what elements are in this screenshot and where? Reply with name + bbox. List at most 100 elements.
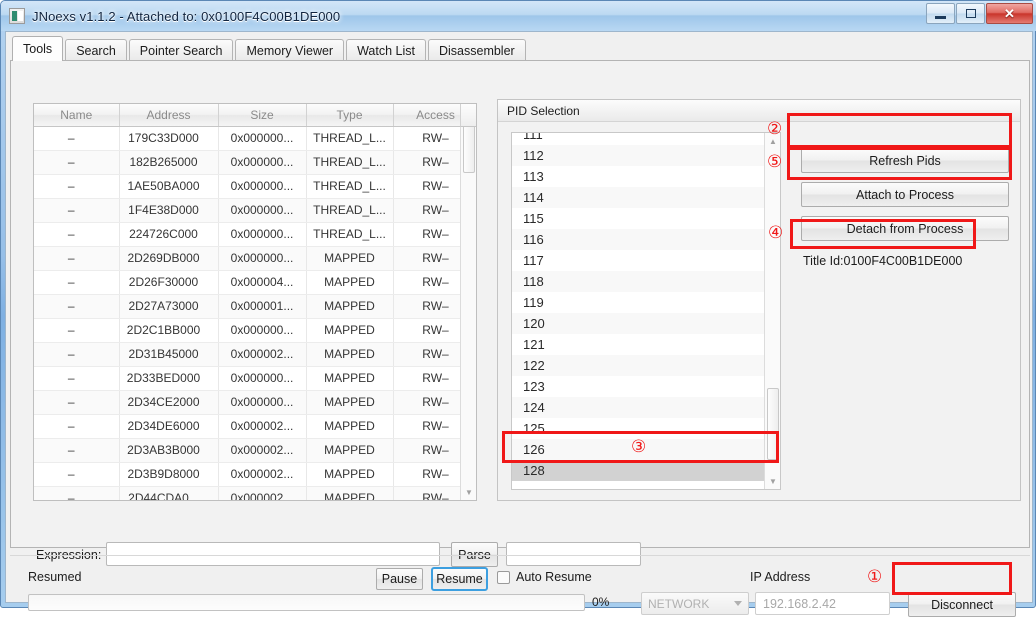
table-row[interactable]: –2D2C1BB000 0x000000... MAPPED RW–: [34, 318, 476, 343]
region-name: –: [34, 246, 120, 271]
region-name: –: [34, 390, 120, 415]
detach-from-process-button[interactable]: Detach from Process: [801, 216, 1009, 241]
region-address: 2D3B9D8000: [119, 462, 219, 487]
ip-address-input[interactable]: [755, 592, 890, 615]
pid-list-item[interactable]: 119: [512, 292, 780, 313]
column-header-name[interactable]: Name: [34, 104, 120, 127]
region-address: 2D33BED000: [119, 366, 219, 391]
pid-list-scrollbar[interactable]: ▲ ▼: [764, 133, 780, 489]
annotation-marker-3: ③: [631, 437, 647, 457]
table-row[interactable]: –1AE50BA000 0x000000... THREAD_L... RW–: [34, 174, 476, 199]
table-row[interactable]: –2D27A73000 0x000001... MAPPED RW–: [34, 294, 476, 319]
tab-memory-viewer[interactable]: Memory Viewer: [235, 39, 345, 61]
pid-selection-title: PID Selection: [498, 100, 1020, 122]
network-select-value: NETWORK: [648, 596, 710, 611]
scrollbar-thumb[interactable]: [463, 123, 475, 173]
column-header-type[interactable]: Type: [306, 104, 394, 127]
table-row[interactable]: –2D31B45000 0x000002... MAPPED RW–: [34, 342, 476, 367]
column-header-address[interactable]: Address: [119, 104, 219, 127]
window-controls: ✕: [926, 3, 1033, 24]
pid-list-item[interactable]: 117: [512, 250, 780, 271]
region-address: 1F4E38D000: [119, 198, 219, 223]
region-type: MAPPED: [306, 270, 394, 295]
pid-list-item[interactable]: 114: [512, 187, 780, 208]
progress-percent-label: 0%: [592, 595, 610, 609]
pid-scrollbar-thumb[interactable]: [767, 388, 779, 460]
region-size: 0x000002...: [218, 342, 307, 367]
region-type: THREAD_L...: [306, 150, 394, 175]
table-header-row: Name Address Size Type Access: [34, 104, 476, 127]
table-row[interactable]: –2D34DE6000 0x000002... MAPPED RW–: [34, 414, 476, 439]
region-type: MAPPED: [306, 462, 394, 487]
region-size: 0x000002...: [218, 462, 307, 487]
resume-button[interactable]: Resume: [431, 567, 488, 591]
region-size: 0x000000...: [218, 246, 307, 271]
pid-list-item[interactable]: 113: [512, 166, 780, 187]
table-row[interactable]: –2D33BED000 0x000000... MAPPED RW–: [34, 366, 476, 391]
pid-list-item[interactable]: 116: [512, 229, 780, 250]
table-row[interactable]: –2D3B9D8000 0x000002... MAPPED RW–: [34, 462, 476, 487]
table-row[interactable]: –2D44CDA0... 0x000002... MAPPED RW–: [34, 486, 476, 500]
title-bar: JNoexs v1.1.2 - Attached to: 0x0100F4C00…: [1, 1, 1036, 31]
maximize-button[interactable]: [956, 3, 985, 24]
pid-list-item[interactable]: 112: [512, 145, 780, 166]
table-row[interactable]: –2D269DB000 0x000000... MAPPED RW–: [34, 246, 476, 271]
region-address: 1AE50BA000: [119, 174, 219, 199]
region-type: MAPPED: [306, 318, 394, 343]
region-size: 0x000000...: [218, 318, 307, 343]
tab-search[interactable]: Search: [65, 39, 127, 61]
region-type: MAPPED: [306, 414, 394, 439]
attach-to-process-button[interactable]: Attach to Process: [801, 182, 1009, 207]
scroll-down-icon[interactable]: ▼: [461, 484, 476, 500]
tab-tools[interactable]: Tools: [12, 36, 64, 61]
tab-pointer-search[interactable]: Pointer Search: [128, 39, 234, 61]
pid-list-item[interactable]: 120: [512, 313, 780, 334]
close-button[interactable]: ✕: [986, 3, 1033, 24]
pid-list-item[interactable]: 111: [512, 133, 780, 145]
table-row[interactable]: –2D26F30000 0x000004... MAPPED RW–: [34, 270, 476, 295]
table-header-corner: [460, 104, 476, 127]
region-address: 224726C000: [119, 222, 219, 247]
table-row[interactable]: –179C33D000 0x000000... THREAD_L... RW–: [34, 126, 476, 151]
region-size: 0x000002...: [218, 438, 307, 463]
region-address: 2D44CDA0...: [119, 486, 219, 500]
memory-regions-table[interactable]: Name Address Size Type Access –179C33D00…: [33, 103, 477, 501]
region-name: –: [34, 174, 120, 199]
pid-128-row[interactable]: 128: [512, 460, 780, 481]
minimize-button[interactable]: [926, 3, 955, 24]
pid-list-item[interactable]: 115: [512, 208, 780, 229]
chevron-down-icon: [734, 601, 742, 606]
region-size: 0x000000...: [218, 222, 307, 247]
tab-watch-list[interactable]: Watch List: [346, 39, 426, 61]
pid-list-item[interactable]: 125: [512, 418, 780, 439]
refresh-pids-button[interactable]: Refresh Pids: [801, 148, 1009, 173]
network-select[interactable]: NETWORK: [641, 592, 749, 615]
region-type: THREAD_L...: [306, 174, 394, 199]
annotation-marker-2: ②: [767, 119, 783, 139]
tab-disassembler[interactable]: Disassembler: [427, 39, 526, 61]
pid-list-item[interactable]: 121: [512, 334, 780, 355]
region-size: 0x000000...: [218, 366, 307, 391]
region-type: MAPPED: [306, 342, 394, 367]
table-row[interactable]: –224726C000 0x000000... THREAD_L... RW–: [34, 222, 476, 247]
pid-list-item[interactable]: 118: [512, 271, 780, 292]
table-row[interactable]: –2D3AB3B000 0x000002... MAPPED RW–: [34, 438, 476, 463]
column-header-size[interactable]: Size: [218, 104, 307, 127]
table-row[interactable]: –2D34CE2000 0x000000... MAPPED RW–: [34, 390, 476, 415]
region-name: –: [34, 318, 120, 343]
memory-table-scrollbar[interactable]: ▲ ▼: [460, 104, 476, 500]
disconnect-button[interactable]: Disconnect: [908, 592, 1016, 617]
pid-list[interactable]: 111 112 113 114 115 116 117 118 119 120 121 122 123 1…: [511, 132, 781, 490]
auto-resume-checkbox-group[interactable]: Auto Resume: [497, 570, 592, 584]
progress-bar: [28, 594, 585, 611]
pid-selection-group: PID Selection 111 112 113 114 115 116 117 118 11…: [497, 99, 1021, 501]
pid-list-item[interactable]: 122: [512, 355, 780, 376]
table-row[interactable]: –182B265000 0x000000... THREAD_L... RW–: [34, 150, 476, 175]
region-size: 0x000000...: [218, 174, 307, 199]
table-row[interactable]: –1F4E38D000 0x000000... THREAD_L... RW–: [34, 198, 476, 223]
pid-scroll-down-icon[interactable]: ▼: [765, 473, 780, 489]
auto-resume-checkbox[interactable]: [497, 570, 510, 584]
pid-list-item[interactable]: 124: [512, 397, 780, 418]
pid-list-item[interactable]: 123: [512, 376, 780, 397]
pause-button[interactable]: Pause: [376, 568, 423, 590]
